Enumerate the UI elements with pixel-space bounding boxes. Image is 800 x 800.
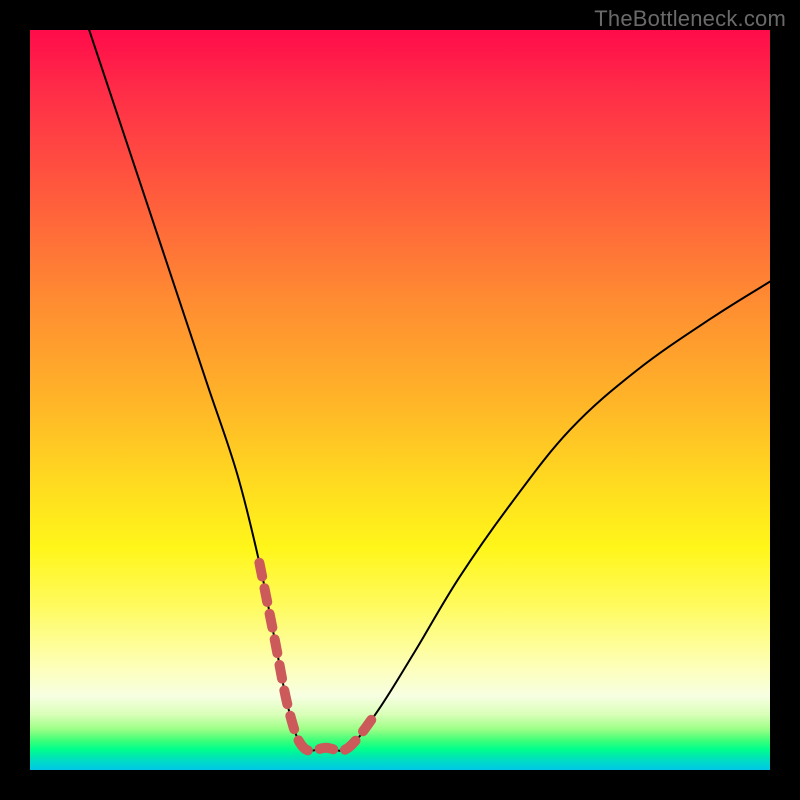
highlight-dashes <box>259 563 377 751</box>
bottleneck-curve <box>89 30 770 751</box>
watermark-text: TheBottleneck.com <box>594 6 786 32</box>
plot-area <box>30 30 770 770</box>
curve-layer <box>30 30 770 770</box>
chart-container: TheBottleneck.com <box>0 0 800 800</box>
